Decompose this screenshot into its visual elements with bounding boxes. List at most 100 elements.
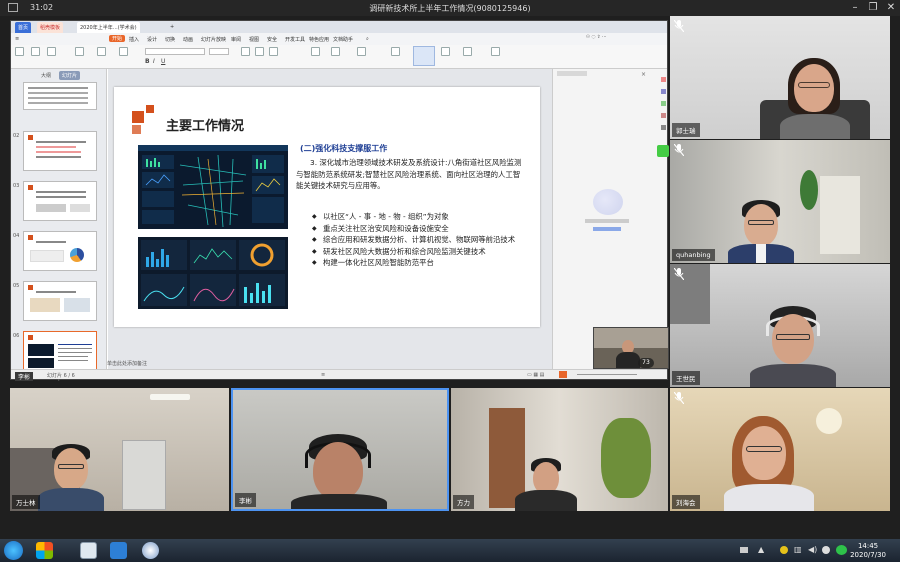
slide-thumbnail[interactable] xyxy=(23,131,97,171)
volume-icon[interactable]: ◀) xyxy=(808,545,817,554)
zoom-slider[interactable] xyxy=(577,374,637,375)
bullet-item: 以社区“人 - 事 - 地 - 物 - 组织”为对象 xyxy=(312,211,526,223)
logo-square-icon xyxy=(132,111,144,123)
view-buttons[interactable]: ▭ ▦ ▤ xyxy=(527,372,544,378)
slide-thumbnail[interactable] xyxy=(23,82,97,110)
paste-icon[interactable] xyxy=(15,47,24,56)
sidebar-icon[interactable] xyxy=(661,113,666,118)
tray-app-icon[interactable] xyxy=(780,546,788,554)
slide-thumbnail[interactable] xyxy=(23,181,97,221)
file-menu-icon[interactable]: ≡ xyxy=(15,36,19,42)
bullet-item: 构建一体化社区风险智能防范平台 xyxy=(312,257,526,269)
minimize-button[interactable]: – xyxy=(848,1,862,14)
slides-tab[interactable]: 幻灯片 xyxy=(59,71,81,80)
menu-insert[interactable]: 插入 xyxy=(129,36,139,43)
video-tile[interactable]: 方力 xyxy=(451,388,668,511)
slide-thumbnail[interactable] xyxy=(23,231,97,271)
align-right-icon[interactable] xyxy=(269,47,278,56)
video-tile[interactable]: 郭士瑞 xyxy=(670,16,890,139)
browser-icon[interactable] xyxy=(142,542,159,559)
sidebar-icon[interactable] xyxy=(661,125,666,130)
text-toolbox-button[interactable] xyxy=(413,46,435,66)
current-slide[interactable]: 主要工作情况 (二)强化科技支撑服工作 3. 深化城市治理领域技术研发及系统设计… xyxy=(114,87,540,327)
bold-icon[interactable]: B xyxy=(145,58,150,65)
sidebar-icon[interactable] xyxy=(661,77,666,82)
slideshow-play-icon[interactable] xyxy=(559,371,567,378)
slide-thumbnail[interactable] xyxy=(23,281,97,321)
menu-doc-assistant[interactable]: 文档助手 xyxy=(333,36,353,43)
underline-icon[interactable]: U xyxy=(161,58,165,65)
status-bar: 李彬 幻灯片 6 / 6 单击此处添加备注 ≡ ▭ ▦ ▤ xyxy=(11,361,667,381)
pane-title xyxy=(557,71,587,76)
menu-design[interactable]: 设计 xyxy=(147,36,157,43)
menu-slideshow[interactable]: 幻灯片放映 xyxy=(201,36,226,43)
network-icon[interactable]: ▥ xyxy=(794,545,802,554)
start-button-icon[interactable] xyxy=(4,541,23,560)
notes-placeholder[interactable]: 单击此处添加备注 xyxy=(107,360,147,367)
tab-docer[interactable]: 稻壳模板 xyxy=(37,22,64,33)
new-slide-icon[interactable] xyxy=(97,47,106,56)
format-painter-icon[interactable] xyxy=(47,47,56,56)
mic-muted-icon xyxy=(674,144,684,156)
green-tool-icon[interactable] xyxy=(657,145,669,157)
video-tile[interactable]: quhanbing xyxy=(670,140,890,263)
document-app-icon[interactable] xyxy=(80,542,97,559)
notes-toggle-icon[interactable]: ≡ xyxy=(321,372,325,378)
italic-icon[interactable]: I xyxy=(153,58,155,65)
window-title: 调研新技术所上半年工作情况(9080125946) xyxy=(369,4,531,13)
empty-state-illustration xyxy=(593,189,623,215)
outline-tab[interactable]: 大纲 xyxy=(41,72,51,79)
app-pinwheel-icon[interactable] xyxy=(36,542,53,559)
tray-green-icon[interactable] xyxy=(836,545,847,555)
find-icon[interactable] xyxy=(441,47,450,56)
empty-state-link[interactable] xyxy=(593,227,621,231)
tab-new-button[interactable]: + xyxy=(167,22,177,33)
align-left-icon[interactable] xyxy=(241,47,250,56)
close-button[interactable]: ✕ xyxy=(884,1,898,14)
meeting-window: 31:02 调研新技术所上半年工作情况(9080125946) – ❐ ✕ 首页… xyxy=(0,0,900,562)
menu-features[interactable]: 特色应用 xyxy=(309,36,329,43)
align-center-icon[interactable] xyxy=(255,47,264,56)
bullet-item: 综合应用和研发数据分析、计算机视觉、物联网等前沿技术 xyxy=(312,234,526,246)
shape-fill-icon[interactable] xyxy=(391,47,400,56)
shape-icon[interactable] xyxy=(311,47,320,56)
video-tile-active-speaker[interactable]: 李彬 xyxy=(231,388,449,511)
video-tile[interactable]: 万士林 xyxy=(10,388,229,511)
font-name-select[interactable] xyxy=(145,48,205,55)
menu-review[interactable]: 审阅 xyxy=(231,36,241,43)
play-from-current-icon[interactable] xyxy=(75,47,84,56)
tray-status-icon[interactable] xyxy=(822,546,830,554)
video-tile[interactable]: 王世民 xyxy=(670,264,890,387)
pane-close-icon[interactable]: × xyxy=(641,71,651,78)
arrange-icon[interactable] xyxy=(331,47,340,56)
taskbar-clock[interactable]: 14:45 2020/7/30 xyxy=(850,542,886,560)
windows-taskbar: ▲ ▥ ◀) 14:45 2020/7/30 xyxy=(0,539,900,562)
sidebar-icon[interactable] xyxy=(661,89,666,94)
menu-animation[interactable]: 动画 xyxy=(183,36,193,43)
menu-transition[interactable]: 切换 xyxy=(165,36,175,43)
tab-home[interactable]: 首页 xyxy=(15,22,32,33)
keyboard-icon[interactable] xyxy=(740,547,748,553)
logo-square-icon xyxy=(132,125,141,134)
menu-view[interactable]: 视图 xyxy=(249,36,259,43)
tray-expand-icon[interactable]: ▲ xyxy=(758,545,764,554)
menu-security[interactable]: 安全 xyxy=(267,36,277,43)
search-icon[interactable]: ⌕ xyxy=(366,36,369,42)
bullet-list: 以社区“人 - 事 - 地 - 物 - 组织”为对象 重点关注社区治安风险和设备… xyxy=(312,211,526,269)
tab-document[interactable]: 2020年上半年…(学术会) xyxy=(77,22,140,33)
slide-thumbnail-active[interactable] xyxy=(23,331,97,371)
mic-muted-icon xyxy=(674,268,684,280)
menu-devtools[interactable]: 开发工具 xyxy=(285,36,305,43)
cut-icon[interactable] xyxy=(31,47,40,56)
font-size-select[interactable] xyxy=(209,48,229,55)
replace-icon[interactable] xyxy=(463,47,472,56)
video-tile[interactable]: 刘海会 xyxy=(670,388,890,511)
select-icon[interactable] xyxy=(491,47,500,56)
menu-start[interactable]: 开始 xyxy=(109,35,126,42)
restore-button[interactable]: ❐ xyxy=(866,1,880,14)
meeting-app-icon[interactable] xyxy=(110,542,127,559)
text-box-icon[interactable] xyxy=(357,47,366,56)
layout-icon[interactable] xyxy=(119,47,128,56)
sidebar-icon[interactable] xyxy=(661,101,666,106)
collab-icon[interactable]: ⚇ ◌ ⇪ ⋯ xyxy=(586,35,607,40)
